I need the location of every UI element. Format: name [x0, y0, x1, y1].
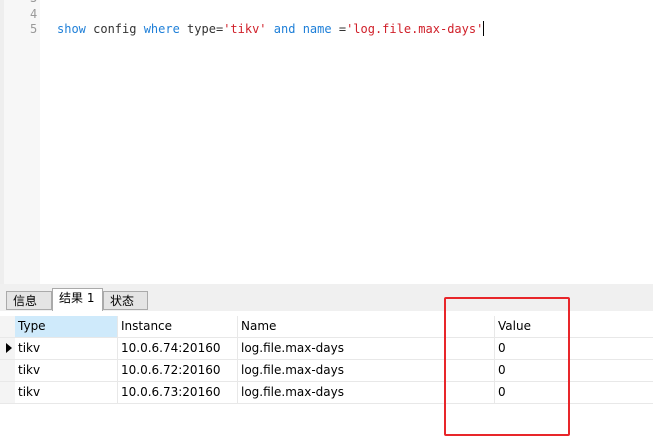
- current-row-arrow-icon: [6, 343, 12, 353]
- cell-type[interactable]: tikv: [15, 382, 118, 403]
- code-text: config: [85, 22, 144, 36]
- tab-result-1[interactable]: 结果 1: [52, 288, 103, 311]
- row-indicator: [0, 382, 15, 403]
- cell-type[interactable]: tikv: [15, 338, 118, 359]
- line-gutter: 3 4 5: [0, 0, 40, 284]
- code-text: type=: [179, 22, 224, 36]
- sql-line[interactable]: show config where type='tikv' and name =…: [57, 21, 485, 37]
- cell-type[interactable]: tikv: [15, 360, 118, 381]
- string-literal: 'log.file.max-days': [346, 22, 484, 36]
- text-caret: [483, 21, 485, 36]
- row-indicator-header: [0, 316, 15, 337]
- row-indicator: [0, 360, 15, 381]
- line-number: 5: [30, 22, 38, 36]
- cell-instance[interactable]: 10.0.6.73:20160: [118, 382, 238, 403]
- keyword: and: [273, 22, 296, 36]
- string-literal: 'tikv': [223, 22, 267, 36]
- cell-instance[interactable]: 10.0.6.72:20160: [118, 360, 238, 381]
- code-text: =: [331, 22, 347, 36]
- highlight-annotation-box: [444, 297, 570, 436]
- column-header-type[interactable]: Type: [15, 316, 118, 337]
- row-indicator: [0, 338, 15, 359]
- keyword: name: [302, 22, 332, 36]
- keyword: where: [143, 22, 180, 36]
- column-header-instance[interactable]: Instance: [118, 316, 238, 337]
- line-number: 3: [30, 0, 37, 5]
- keyword: show: [57, 22, 86, 36]
- line-number: 4: [30, 7, 38, 21]
- sql-editor[interactable]: 3 4 5 show config where type='tikv' and …: [0, 0, 653, 284]
- cell-instance[interactable]: 10.0.6.74:20160: [118, 338, 238, 359]
- tab-info[interactable]: 信息: [6, 291, 52, 310]
- tab-status[interactable]: 状态: [103, 291, 148, 310]
